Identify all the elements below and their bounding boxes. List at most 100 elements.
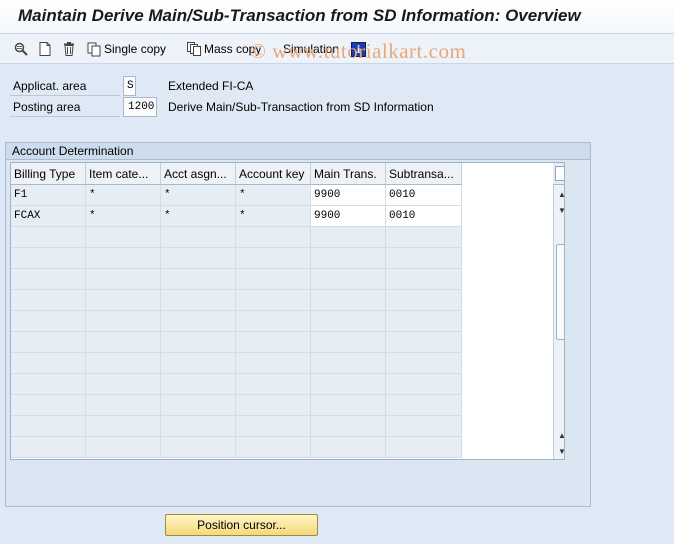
empty-table-cell[interactable] (236, 269, 311, 290)
empty-table-cell[interactable] (11, 374, 86, 395)
empty-table-cell[interactable] (236, 290, 311, 311)
empty-table-cell[interactable] (386, 311, 462, 332)
empty-table-cell[interactable] (236, 353, 311, 374)
empty-table-cell[interactable] (236, 416, 311, 437)
empty-table-cell[interactable] (386, 332, 462, 353)
empty-table-cell[interactable] (86, 248, 161, 269)
empty-table-cell[interactable] (311, 437, 386, 458)
empty-table-cell[interactable] (161, 437, 236, 458)
empty-table-cell[interactable] (11, 248, 86, 269)
empty-table-cell[interactable] (236, 437, 311, 458)
empty-table-cell[interactable] (11, 227, 86, 248)
empty-table-cell[interactable] (161, 395, 236, 416)
empty-table-cell[interactable] (236, 374, 311, 395)
column-header[interactable]: Billing Type (11, 163, 86, 185)
empty-table-cell[interactable] (236, 227, 311, 248)
empty-table-cell[interactable] (311, 311, 386, 332)
empty-table-cell[interactable] (161, 374, 236, 395)
empty-table-cell[interactable] (161, 311, 236, 332)
empty-table-cell[interactable] (161, 227, 236, 248)
empty-table-cell[interactable] (386, 374, 462, 395)
vertical-scrollbar[interactable]: ▲ ▼ ▲ ▼ (553, 185, 564, 459)
empty-table-cell[interactable] (86, 269, 161, 290)
empty-table-cell[interactable] (311, 416, 386, 437)
position-cursor-button[interactable]: Position cursor... (165, 514, 318, 536)
empty-table-cell[interactable] (311, 248, 386, 269)
empty-table-cell[interactable] (11, 353, 86, 374)
scroll-page-down-icon[interactable]: ▼ (556, 204, 564, 216)
empty-table-cell[interactable] (386, 416, 462, 437)
single-copy-button[interactable]: Single copy (86, 40, 166, 58)
info-button[interactable]: i (351, 40, 366, 58)
table-cell[interactable]: 9900 (311, 206, 386, 227)
table-cell[interactable]: * (236, 206, 311, 227)
table-cell[interactable]: * (161, 206, 236, 227)
column-header[interactable]: Main Trans. (311, 163, 386, 185)
mass-copy-button[interactable]: Mass copy (186, 40, 261, 58)
empty-table-cell[interactable] (86, 332, 161, 353)
empty-table-cell[interactable] (386, 353, 462, 374)
empty-table-cell[interactable] (161, 353, 236, 374)
table-settings-button[interactable] (553, 163, 564, 185)
empty-table-cell[interactable] (311, 227, 386, 248)
empty-table-cell[interactable] (161, 269, 236, 290)
empty-table-cell[interactable] (86, 353, 161, 374)
empty-table-cell[interactable] (311, 332, 386, 353)
empty-table-cell[interactable] (236, 395, 311, 416)
empty-table-cell[interactable] (311, 374, 386, 395)
empty-table-cell[interactable] (86, 227, 161, 248)
table-cell[interactable]: * (161, 185, 236, 206)
scroll-page-up-icon[interactable]: ▲ (556, 429, 564, 441)
empty-table-cell[interactable] (11, 311, 86, 332)
empty-table-cell[interactable] (11, 437, 86, 458)
empty-table-cell[interactable] (11, 395, 86, 416)
empty-table-cell[interactable] (11, 269, 86, 290)
empty-table-cell[interactable] (386, 269, 462, 290)
empty-table-cell[interactable] (161, 332, 236, 353)
empty-table-cell[interactable] (311, 395, 386, 416)
empty-table-cell[interactable] (236, 248, 311, 269)
column-header[interactable]: Acct asgn... (161, 163, 236, 185)
empty-table-cell[interactable] (386, 227, 462, 248)
empty-table-cell[interactable] (161, 248, 236, 269)
table-cell[interactable]: 0010 (386, 185, 462, 206)
posting-area-input[interactable]: 1200 (123, 97, 157, 117)
new-entries-button[interactable] (37, 40, 53, 58)
empty-table-cell[interactable] (311, 353, 386, 374)
empty-table-cell[interactable] (86, 311, 161, 332)
empty-table-cell[interactable] (311, 269, 386, 290)
column-header[interactable]: Account key (236, 163, 311, 185)
empty-table-cell[interactable] (11, 416, 86, 437)
empty-table-cell[interactable] (11, 290, 86, 311)
simulation-button[interactable]: Simulation (283, 40, 339, 58)
empty-table-cell[interactable] (386, 395, 462, 416)
details-button[interactable] (13, 40, 29, 58)
column-header[interactable]: Item cate... (86, 163, 161, 185)
column-header[interactable]: Subtransa... (386, 163, 462, 185)
table-cell[interactable]: * (236, 185, 311, 206)
table-cell[interactable]: * (86, 206, 161, 227)
table-cell[interactable]: 0010 (386, 206, 462, 227)
empty-table-cell[interactable] (86, 416, 161, 437)
empty-table-cell[interactable] (386, 290, 462, 311)
scroll-up-icon[interactable]: ▲ (556, 188, 564, 200)
empty-table-cell[interactable] (86, 395, 161, 416)
empty-table-cell[interactable] (236, 311, 311, 332)
delete-button[interactable] (61, 40, 77, 58)
table-cell[interactable]: FCAX (11, 206, 86, 227)
empty-table-cell[interactable] (161, 290, 236, 311)
table-cell[interactable]: 9900 (311, 185, 386, 206)
empty-table-cell[interactable] (311, 290, 386, 311)
empty-table-cell[interactable] (86, 290, 161, 311)
table-cell[interactable]: F1 (11, 185, 86, 206)
empty-table-cell[interactable] (86, 437, 161, 458)
empty-table-cell[interactable] (161, 416, 236, 437)
scroll-thumb[interactable] (556, 244, 564, 340)
empty-table-cell[interactable] (86, 374, 161, 395)
scroll-down-icon[interactable]: ▼ (556, 445, 564, 457)
table-cell[interactable]: * (86, 185, 161, 206)
empty-table-cell[interactable] (11, 332, 86, 353)
empty-table-cell[interactable] (386, 248, 462, 269)
applic-area-input[interactable]: S (123, 76, 136, 96)
empty-table-cell[interactable] (386, 437, 462, 458)
